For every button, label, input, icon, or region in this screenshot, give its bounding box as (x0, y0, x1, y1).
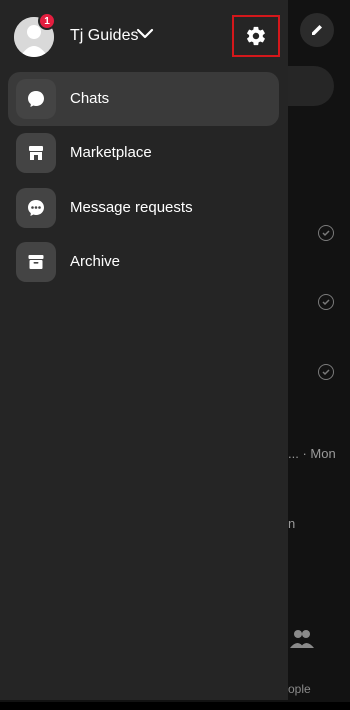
search-bar-fragment[interactable] (288, 66, 334, 106)
chat-bubble-icon (16, 79, 56, 119)
menu-item-label: Message requests (70, 199, 193, 216)
chat-timestamp: ... · Mon (288, 446, 336, 461)
notification-badge: 1 (38, 12, 56, 30)
menu-item-archive[interactable]: Archive (8, 235, 279, 289)
archive-box-icon (16, 242, 56, 282)
storefront-icon (16, 133, 56, 173)
menu-item-label: Archive (70, 253, 121, 270)
system-nav-bar (0, 702, 350, 710)
menu-item-label: Marketplace (70, 144, 152, 161)
pencil-icon (312, 25, 322, 35)
menu-item-marketplace[interactable]: Marketplace (8, 126, 279, 180)
chevron-down-icon[interactable] (136, 27, 154, 41)
settings-button[interactable] (232, 15, 280, 57)
menu-item-chats[interactable]: Chats (8, 72, 279, 126)
navigation-drawer: 1 Tj Guides Chats Marketplace Message re… (0, 0, 288, 700)
message-requests-icon (16, 188, 56, 228)
menu-item-label: Chats (70, 90, 110, 107)
read-receipt-icon (318, 225, 334, 241)
chat-preview-fragment: n (288, 516, 296, 531)
read-receipt-icon (318, 364, 334, 380)
drawer-header: 1 Tj Guides (0, 0, 288, 72)
compose-button[interactable] (300, 13, 334, 47)
read-receipt-icon (318, 294, 334, 310)
gear-icon (247, 26, 265, 46)
people-tab-icon[interactable] (282, 628, 322, 653)
profile-name[interactable]: Tj Guides (70, 27, 138, 45)
people-tab-label[interactable]: ople (288, 682, 311, 696)
menu-item-message-requests[interactable]: Message requests (8, 181, 279, 235)
